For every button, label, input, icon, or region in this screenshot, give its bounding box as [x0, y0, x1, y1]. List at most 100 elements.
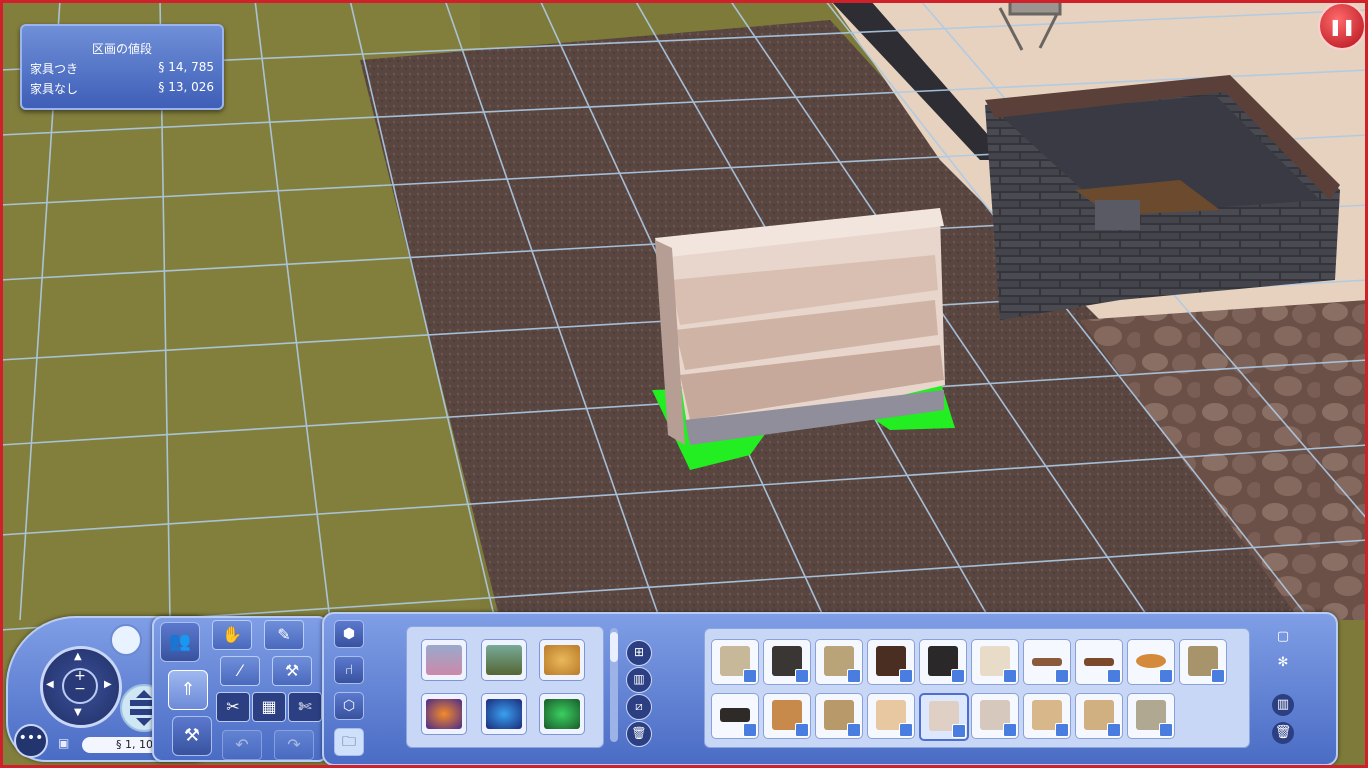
orange-plumbob-folder[interactable] — [421, 693, 467, 735]
build-mode-button[interactable]: ⚒ — [172, 716, 212, 756]
live-mode-button[interactable]: 👥 — [160, 622, 200, 662]
catalog-item[interactable] — [1179, 639, 1227, 685]
catalog-item[interactable] — [1075, 639, 1123, 685]
eyedropper-icon: ⁄ — [238, 661, 242, 680]
camera-rotate-control[interactable]: ▲ ▼ ◀ ▶ + − — [40, 646, 122, 728]
pause-button[interactable]: ❚❚ — [1318, 2, 1366, 50]
sparkle-icon[interactable]: ✻ — [1272, 652, 1294, 674]
green-plumbob-folder[interactable] — [539, 693, 585, 735]
shopping-bag-icon — [1159, 669, 1173, 683]
ambience-folder[interactable] — [481, 639, 527, 681]
build-mode-icon: ⚒ — [183, 725, 201, 746]
catalog-item[interactable] — [1075, 693, 1123, 739]
furnished-label: 家具つき — [30, 62, 79, 76]
catalog-item-selected[interactable] — [919, 693, 969, 741]
zoom-icon[interactable]: + − — [62, 668, 98, 704]
sort-icon: ✂ — [226, 697, 240, 716]
design-tool-button[interactable]: ✎ — [264, 620, 304, 650]
shopping-bag-icon — [1107, 723, 1121, 737]
buy-mode-button[interactable]: ⇑ — [168, 670, 208, 710]
add-filter-button[interactable]: ⊞ — [626, 640, 652, 666]
ambience-folder-icon — [486, 645, 522, 675]
collapse-catalog-icon[interactable]: ▢ — [1272, 626, 1294, 648]
tab-by-function[interactable]: ⑁ — [334, 656, 364, 684]
toy-folder[interactable] — [539, 639, 585, 681]
blue-plumbob-folder[interactable] — [481, 693, 527, 735]
catalog-item[interactable] — [763, 639, 811, 685]
options-menu-button[interactable]: ••• — [14, 724, 48, 758]
catalog-item[interactable] — [1023, 693, 1071, 739]
trash-button[interactable]: 🗑 — [626, 721, 652, 747]
catalog-item[interactable] — [1023, 639, 1071, 685]
tab-by-room[interactable]: ⬢ — [334, 620, 364, 648]
shopping-bag-icon — [1159, 723, 1173, 737]
catalog-item[interactable] — [867, 639, 915, 685]
catalog-item[interactable] — [867, 693, 915, 739]
sledgehammer-tool-button[interactable]: ⚒ — [272, 656, 312, 686]
shopping-bag-icon — [1003, 723, 1017, 737]
furnished-value: § 14, 785 — [158, 60, 214, 74]
catalog-item[interactable] — [815, 639, 863, 685]
scrollbar-thumb[interactable] — [610, 632, 618, 662]
shopping-bag-icon — [743, 723, 757, 737]
pan-down-icon[interactable]: ▼ — [74, 707, 82, 718]
menu-dots-icon: ••• — [18, 730, 44, 746]
room-cube-icon: ⬢ — [342, 626, 356, 642]
camera-icon[interactable]: ▣ — [58, 736, 69, 750]
catalog-item[interactable] — [711, 693, 759, 739]
green-plumbob-icon — [544, 699, 580, 729]
rack-long-2-item-thumb — [1084, 658, 1114, 666]
design-palette-icon: ✎ — [277, 625, 291, 644]
pliers-tool-button[interactable]: ✄ — [288, 692, 322, 722]
buy-mode-icon: ⇑ — [180, 679, 196, 700]
hand-icon: ✋ — [222, 625, 242, 644]
grid-icon: ▦ — [261, 697, 277, 716]
catalog-item[interactable] — [971, 693, 1019, 739]
catalog-item[interactable] — [711, 639, 759, 685]
tab-family-inventory[interactable]: 🗀 — [334, 728, 364, 756]
clear-filter-button[interactable]: ⧄ — [626, 694, 652, 720]
catalog-item[interactable] — [971, 639, 1019, 685]
folder-icon: 🗀 — [342, 734, 356, 750]
view-list-button[interactable]: ▥ — [626, 667, 652, 693]
catalog-item[interactable] — [1127, 693, 1175, 739]
folder-scrollbar[interactable] — [610, 628, 618, 742]
shopping-folder[interactable] — [421, 639, 467, 681]
catalog-item[interactable] — [763, 693, 811, 739]
book-icon[interactable]: ▥ — [1272, 694, 1294, 716]
shopping-bag-icon — [1055, 669, 1069, 683]
add-filter-icon: ⊞ — [633, 645, 645, 659]
sell-trash-icon[interactable]: 🗑 — [1272, 722, 1294, 744]
category-folder-grid — [406, 626, 604, 748]
tab-collections[interactable]: ⬡ — [334, 692, 364, 720]
shopping-bag-icon — [1211, 669, 1225, 683]
shopping-bag-icon — [795, 723, 809, 737]
chair-icon: ⑁ — [344, 662, 354, 678]
catalog-item[interactable] — [919, 639, 967, 685]
pan-up-icon[interactable]: ▲ — [74, 651, 82, 662]
blue-plumbob-icon — [486, 699, 522, 729]
catalog-item[interactable] — [815, 693, 863, 739]
teddy-bear-icon — [544, 645, 580, 675]
shopping-bag-icon — [1107, 669, 1121, 683]
map-view-icon[interactable] — [110, 624, 142, 656]
box-icon: ⬡ — [342, 698, 356, 714]
orange-plumbob-icon — [426, 699, 462, 729]
round-table-item-thumb — [1136, 654, 1166, 668]
eyedropper-tool-button[interactable]: ⁄ — [220, 656, 260, 686]
pan-left-icon[interactable]: ◀ — [46, 679, 54, 690]
unfurnished-value: § 13, 026 — [158, 80, 214, 94]
unfurnished-price-row: 家具なし § 13, 026 — [22, 80, 222, 97]
sort-tool-button[interactable]: ✂ — [216, 692, 250, 722]
undo-button[interactable]: ↶ — [222, 730, 262, 760]
shopping-bag-icon — [795, 669, 809, 683]
grid-tool-button[interactable]: ▦ — [252, 692, 286, 722]
shopping-bag-icon — [1003, 669, 1017, 683]
shopping-bag-icon — [847, 669, 861, 683]
redo-button[interactable]: ↷ — [274, 730, 314, 760]
pliers-icon: ✄ — [298, 697, 312, 716]
catalog-item[interactable] — [1127, 639, 1175, 685]
shopping-folder-icon — [426, 645, 462, 675]
hand-tool-button[interactable]: ✋ — [212, 620, 252, 650]
pan-right-icon[interactable]: ▶ — [104, 679, 112, 690]
